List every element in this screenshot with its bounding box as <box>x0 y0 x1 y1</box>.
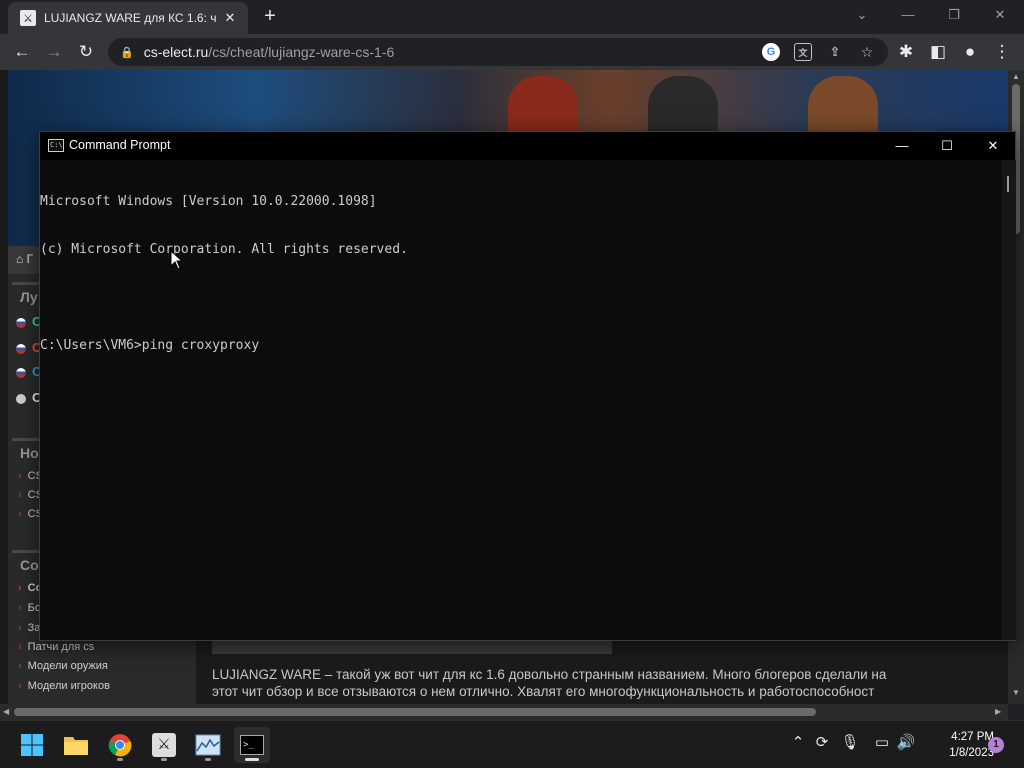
bookmark-star-icon[interactable]: ☆ <box>858 43 876 61</box>
mouse-pointer-icon <box>170 250 184 270</box>
notification-badge[interactable]: 1 <box>988 737 1004 753</box>
running-indicator <box>161 758 167 761</box>
clock-time: 4:27 PM <box>951 731 994 743</box>
sidebar-link[interactable]: C <box>16 340 41 355</box>
side-panel-icon[interactable]: ◧ <box>926 40 950 64</box>
clock-date: 1/8/2023 <box>949 747 994 759</box>
running-indicator <box>245 758 259 761</box>
translate-icon[interactable]: 文 <box>794 43 812 61</box>
running-indicator <box>117 758 123 761</box>
close-window-icon[interactable]: ✕ <box>980 4 1020 26</box>
menu-icon[interactable]: ⋮ <box>990 40 1014 64</box>
cmd-title-bar[interactable]: C:\ Command Prompt — ☐ ✕ <box>40 132 1015 160</box>
url-path: /cs/cheat/lujiangz-ware-cs-1-6 <box>208 44 395 60</box>
show-hidden-icons-icon[interactable]: ⌃ <box>788 733 808 751</box>
forward-icon[interactable]: → <box>42 40 66 64</box>
scroll-down-icon[interactable]: ▼ <box>1012 688 1020 697</box>
scrollbar-thumb[interactable] <box>14 708 816 716</box>
file-explorer-icon <box>64 737 88 755</box>
share-icon[interactable]: ⇪ <box>826 43 844 61</box>
scrollbar-thumb[interactable] <box>1007 176 1009 192</box>
flag-icon <box>16 343 26 354</box>
cmd-title: Command Prompt <box>69 138 171 152</box>
network-icon[interactable]: ▭ <box>872 733 892 751</box>
lock-icon[interactable]: 🔒 <box>120 46 134 59</box>
taskbar: ⚔ >_ ⌃ ⟳ 🎙 ▭ 🔊 4:27 PM 1/8/2023 1 <box>0 720 1024 768</box>
extensions-icon[interactable]: ✱ <box>894 40 918 64</box>
profile-icon[interactable]: ● <box>958 40 982 64</box>
sidebar-link[interactable]: C <box>16 314 41 329</box>
counter-strike-icon: ⚔ <box>152 733 176 757</box>
restore-icon[interactable]: ❐ <box>934 4 974 26</box>
page-horizontal-scrollbar[interactable]: ◀ ▶ <box>0 704 1008 720</box>
cmd-console-output[interactable]: Microsoft Windows [Version 10.0.22000.10… <box>40 160 1000 640</box>
sidebar-link[interactable]: За <box>18 622 41 634</box>
running-indicator <box>205 758 211 761</box>
scroll-left-icon[interactable]: ◀ <box>3 707 9 716</box>
browser-toolbar: ← → ↻ 🔒 cs-elect.ru/cs/cheat/lujiangz-wa… <box>0 34 1024 70</box>
sync-icon[interactable]: ⟳ <box>812 733 832 751</box>
system-clock[interactable]: 4:27 PM 1/8/2023 <box>920 729 994 761</box>
banner-figure <box>808 76 878 136</box>
flag-icon <box>16 317 26 328</box>
sidebar-link[interactable]: C <box>16 390 41 405</box>
tab-title: LUJIANGZ WARE для КС 1.6: чит <box>44 11 216 25</box>
taskbar-monitor-app[interactable] <box>190 727 226 763</box>
sidebar-link[interactable]: Патчи для cs <box>18 641 95 653</box>
microphone-icon[interactable]: 🎙 <box>840 733 860 751</box>
sidebar-link[interactable]: C <box>16 364 41 379</box>
console-line: (c) Microsoft Corporation. All rights re… <box>40 242 408 257</box>
volume-icon[interactable]: 🔊 <box>896 733 916 751</box>
banner-figure <box>508 76 578 136</box>
reload-icon[interactable]: ↻ <box>74 40 98 64</box>
sidebar-link[interactable]: Модели игроков <box>18 680 110 692</box>
taskbar-chrome[interactable] <box>102 727 138 763</box>
tab-close-icon[interactable]: ✕ <box>220 10 240 26</box>
new-tab-button[interactable]: + <box>258 4 282 28</box>
desktop: ⚔ LUJIANGZ WARE для КС 1.6: чит ✕ + ⌄ — … <box>0 0 1024 768</box>
close-icon[interactable]: ✕ <box>970 132 1016 160</box>
console-line: C:\Users\VM6>ping croxyproxy <box>40 338 260 353</box>
terminal-icon: >_ <box>240 735 264 755</box>
address-bar[interactable]: 🔒 cs-elect.ru/cs/cheat/lujiangz-ware-cs-… <box>108 38 888 66</box>
sidebar-link[interactable]: Бо <box>18 602 41 614</box>
scroll-right-icon[interactable]: ▶ <box>995 707 1001 716</box>
article-line: этот чит обзор и все отзываются о нем от… <box>212 684 875 699</box>
cmd-icon: C:\ <box>48 139 64 152</box>
cs-icon: ⚔ <box>20 10 36 26</box>
back-icon[interactable]: ← <box>10 40 34 64</box>
browser-tab-strip: ⚔ LUJIANGZ WARE для КС 1.6: чит ✕ + ⌄ — … <box>0 0 1024 34</box>
monitor-app-icon <box>195 734 221 756</box>
start-icon <box>21 734 43 756</box>
nav-home-label: Г <box>26 252 34 266</box>
minimize-icon[interactable]: — <box>879 132 925 160</box>
minimize-icon[interactable]: — <box>888 4 928 26</box>
taskbar-command-prompt[interactable]: >_ <box>234 727 270 763</box>
browser-tab[interactable]: ⚔ LUJIANGZ WARE для КС 1.6: чит ✕ <box>8 2 248 34</box>
taskbar-file-explorer[interactable] <box>58 727 94 763</box>
url-host: cs-elect.ru <box>143 44 209 60</box>
console-line: Microsoft Windows [Version 10.0.22000.10… <box>40 194 377 209</box>
article-text: LUJIANGZ WARE – такой уж вот чит для кс … <box>212 666 1007 700</box>
article-line: LUJIANGZ WARE – такой уж вот чит для кс … <box>212 667 887 682</box>
cs-icon <box>16 393 26 404</box>
taskbar-counter-strike[interactable]: ⚔ <box>146 727 182 763</box>
cmd-scrollbar[interactable] <box>1002 160 1016 640</box>
article-image <box>212 640 612 654</box>
scroll-up-icon[interactable]: ▲ <box>1012 72 1020 81</box>
google-lens-icon[interactable]: G <box>762 43 780 61</box>
start-button[interactable] <box>14 727 50 763</box>
sidebar-link[interactable]: Модели оружия <box>18 660 108 672</box>
maximize-icon[interactable]: ☐ <box>924 132 970 160</box>
command-prompt-window[interactable]: C:\ Command Prompt — ☐ ✕ Microsoft Windo… <box>39 131 1016 641</box>
chrome-icon <box>108 734 132 757</box>
flag-icon <box>16 367 26 378</box>
tab-search-icon[interactable]: ⌄ <box>842 4 882 26</box>
banner-figure <box>648 76 718 136</box>
